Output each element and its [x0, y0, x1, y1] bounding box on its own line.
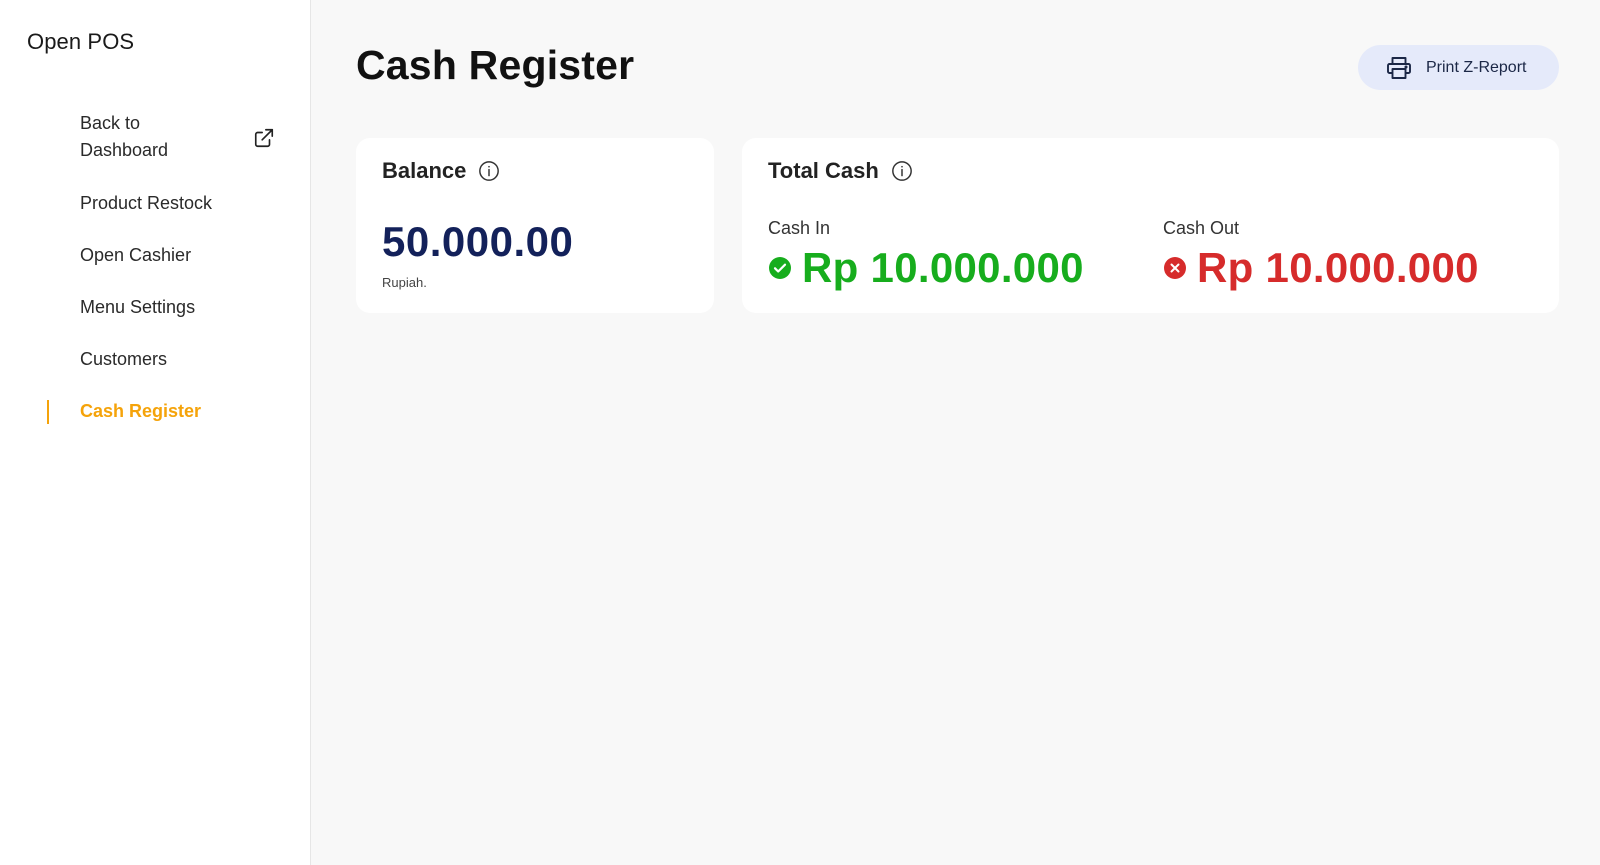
total-cash-card-title: Total Cash [768, 158, 879, 183]
sidebar-item-back-to-dashboard[interactable]: Back to Dashboard [0, 110, 311, 164]
sidebar-item-label: Customers [80, 349, 168, 369]
external-link-icon [253, 127, 275, 157]
sidebar-item-product-restock[interactable]: Product Restock [0, 190, 311, 216]
sidebar-item-label: Open Cashier [80, 245, 192, 265]
balance-value: 50.000.00 [382, 218, 574, 265]
app-logo-text: Open POS [27, 29, 135, 54]
sidebar-item-open-cashier[interactable]: Open Cashier [0, 242, 311, 268]
sidebar-item-customers[interactable]: Customers [0, 346, 311, 372]
cash-out-section: Cash Out Rp 10.000.000 [1163, 218, 1479, 291]
sidebar-item-label: Menu Settings [80, 297, 196, 317]
x-circle-icon [1163, 256, 1187, 280]
cash-in-section: Cash In Rp 10.000.000 [768, 218, 1084, 291]
sidebar-item-label: Back to Dashboard [80, 113, 169, 160]
info-icon[interactable] [478, 160, 500, 182]
check-circle-icon [768, 256, 792, 280]
sidebar: Open POS Back to Dashboard Product Resto… [0, 0, 311, 865]
cash-out-row: Rp 10.000.000 [1163, 245, 1479, 291]
print-z-report-label: Print Z-Report [1426, 58, 1527, 76]
main-content: Cash Register Print Z-Report Balance 50.… [311, 0, 1600, 865]
cash-in-label: Cash In [768, 218, 831, 238]
total-cash-card-header: Total Cash [768, 158, 913, 184]
sidebar-item-label: Cash Register [80, 401, 202, 421]
cash-in-amount: Rp 10.000.000 [802, 244, 1084, 291]
print-z-report-button[interactable]: Print Z-Report [1358, 45, 1559, 90]
cash-in-row: Rp 10.000.000 [768, 245, 1084, 291]
balance-card: Balance 50.000.00 Rupiah. [356, 138, 714, 313]
app-root: Open POS Back to Dashboard Product Resto… [0, 0, 1600, 865]
total-cash-card: Total Cash Cash In Rp 10.000.000 Cash Ou… [742, 138, 1559, 313]
balance-card-header: Balance [382, 158, 500, 184]
info-icon[interactable] [891, 160, 913, 182]
cash-out-label: Cash Out [1163, 218, 1240, 238]
sidebar-item-cash-register[interactable]: Cash Register [0, 398, 311, 424]
balance-card-title: Balance [382, 158, 467, 183]
page-title: Cash Register [356, 42, 635, 88]
sidebar-item-menu-settings[interactable]: Menu Settings [0, 294, 311, 320]
sidebar-item-label: Product Restock [80, 193, 213, 213]
sidebar-nav: Back to Dashboard Product Restock Open C… [0, 110, 311, 424]
balance-unit: Rupiah. [382, 275, 427, 290]
printer-icon [1386, 56, 1412, 80]
cash-out-amount: Rp 10.000.000 [1197, 244, 1479, 291]
